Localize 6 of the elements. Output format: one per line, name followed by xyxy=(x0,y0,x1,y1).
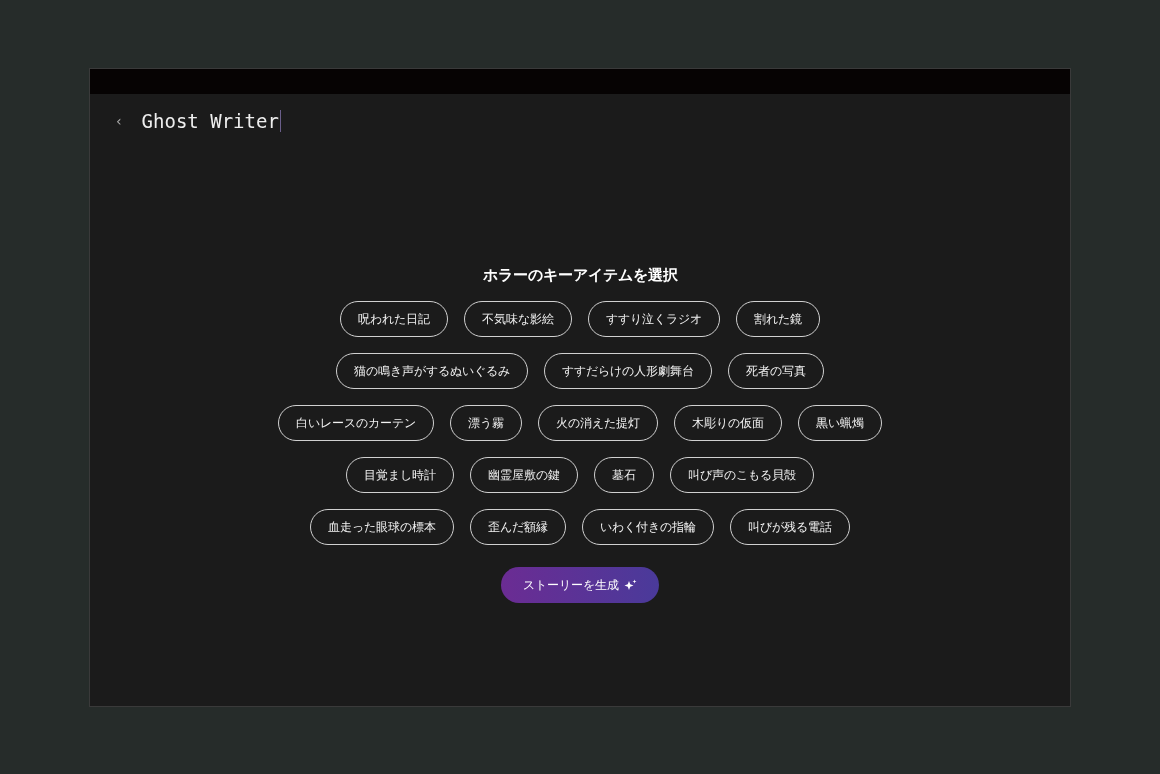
section-heading: ホラーのキーアイテムを選択 xyxy=(482,266,678,285)
back-button[interactable]: ‹ xyxy=(116,113,122,129)
text-caret xyxy=(279,110,281,132)
app-title: Ghost Writer xyxy=(141,110,279,132)
generate-story-button[interactable]: ストーリーを生成 xyxy=(501,567,659,603)
sparkle-icon xyxy=(624,579,637,591)
